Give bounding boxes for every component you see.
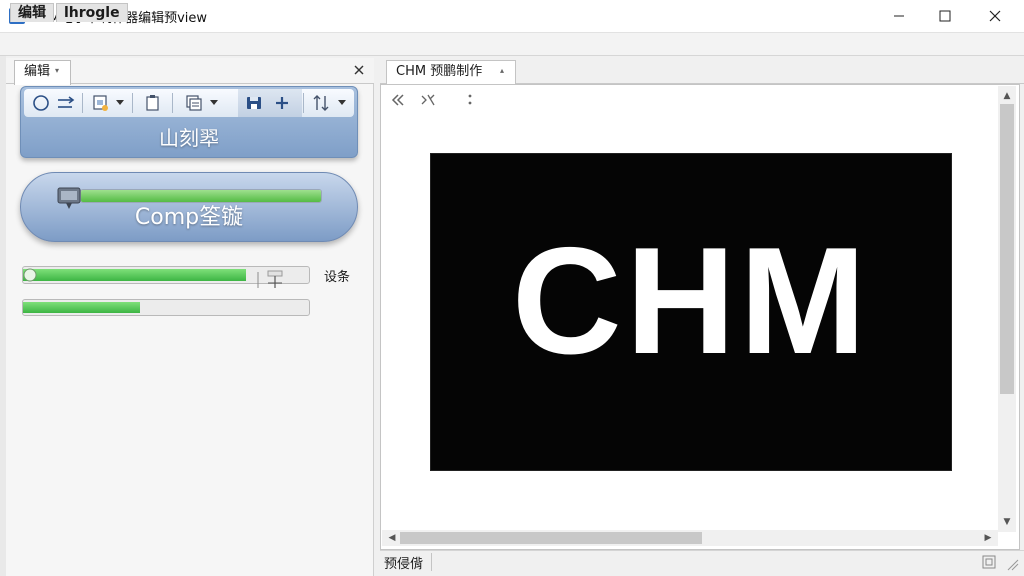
more-options-button[interactable] xyxy=(460,90,480,110)
toolbar-caption: 山刻翆 xyxy=(159,126,219,150)
preview-title-text: CHM xyxy=(511,216,871,386)
sort-icon xyxy=(313,95,329,111)
document-button[interactable] xyxy=(140,91,166,115)
progress-bar-2 xyxy=(22,299,310,316)
progress-1-label: 设条 xyxy=(324,270,351,285)
vertical-dots-icon xyxy=(468,94,472,105)
menu-bar xyxy=(0,32,1024,56)
menu-item-edit[interactable]: 编辑 xyxy=(10,3,54,22)
image-edit-button[interactable] xyxy=(88,91,114,115)
dropdown-arrow-icon xyxy=(338,100,346,105)
toolbar-separator xyxy=(132,93,133,113)
menu-item-lhrogle[interactable]: lhrogle xyxy=(56,3,128,22)
tab-chevron-icon: ▴ xyxy=(500,66,505,75)
toolbar-separator xyxy=(303,93,304,113)
split-view-button[interactable] xyxy=(418,90,438,110)
status-text: 预侵偝 xyxy=(384,553,433,572)
scroll-up-arrow-icon[interactable]: ▲ xyxy=(999,88,1015,104)
image-edit-icon xyxy=(93,95,108,111)
window-restore-icon[interactable] xyxy=(982,555,996,573)
dropdown-arrow-icon xyxy=(210,100,218,105)
scroll-right-arrow-icon[interactable]: ▶ xyxy=(980,530,996,546)
progress-bar-1-fill xyxy=(23,269,246,281)
maximize-icon xyxy=(939,10,951,22)
vertical-scroll-thumb[interactable] xyxy=(1000,104,1014,394)
dropdown-arrow-icon xyxy=(116,100,124,105)
tab-chevron-icon: ▾ xyxy=(55,66,60,75)
copy-pages-icon xyxy=(186,95,202,111)
copy-pages-button[interactable] xyxy=(181,91,207,115)
minimize-icon xyxy=(894,15,904,17)
toolbar-separator xyxy=(82,93,83,113)
status-bar xyxy=(380,550,1024,576)
toolbar-separator xyxy=(172,93,173,113)
slider-handle-icon[interactable] xyxy=(248,268,308,292)
close-button[interactable] xyxy=(972,0,1018,32)
close-icon xyxy=(989,10,1001,22)
add-button[interactable] xyxy=(269,91,295,115)
plus-icon xyxy=(276,97,288,109)
arrows-right-icon xyxy=(58,96,75,108)
navigate-back-button[interactable] xyxy=(388,90,408,110)
resize-grip-icon[interactable] xyxy=(1006,558,1020,576)
tab-edit[interactable]: 编辑 xyxy=(14,60,71,85)
double-chevron-left-icon xyxy=(391,94,404,106)
circle-tool-button[interactable] xyxy=(28,91,54,115)
minimize-button[interactable] xyxy=(876,0,922,32)
scroll-down-arrow-icon[interactable]: ▼ xyxy=(999,514,1015,530)
progress-bar-2-fill xyxy=(23,302,140,313)
circle-icon xyxy=(33,95,49,111)
split-arrows-icon xyxy=(421,94,435,106)
tab-chm-preview[interactable]: CHM 预鹏制作 xyxy=(386,60,516,85)
progress-knob-icon[interactable] xyxy=(22,268,38,282)
document-icon xyxy=(146,95,159,111)
close-icon xyxy=(354,65,364,75)
sort-dropdown[interactable] xyxy=(334,91,350,115)
scroll-left-arrow-icon[interactable]: ◀ xyxy=(384,530,400,546)
copy-pages-dropdown[interactable] xyxy=(206,91,222,115)
save-disk-icon xyxy=(247,97,261,109)
comp-label: Comp筌镟 xyxy=(134,205,244,230)
panel-close-button[interactable] xyxy=(350,60,368,80)
save-button[interactable] xyxy=(241,91,267,115)
sort-button[interactable] xyxy=(308,91,334,115)
horizontal-scroll-thumb[interactable] xyxy=(400,532,702,544)
maximize-button[interactable] xyxy=(922,0,968,32)
image-edit-dropdown[interactable] xyxy=(112,91,128,115)
arrows-right-button[interactable] xyxy=(53,91,79,115)
